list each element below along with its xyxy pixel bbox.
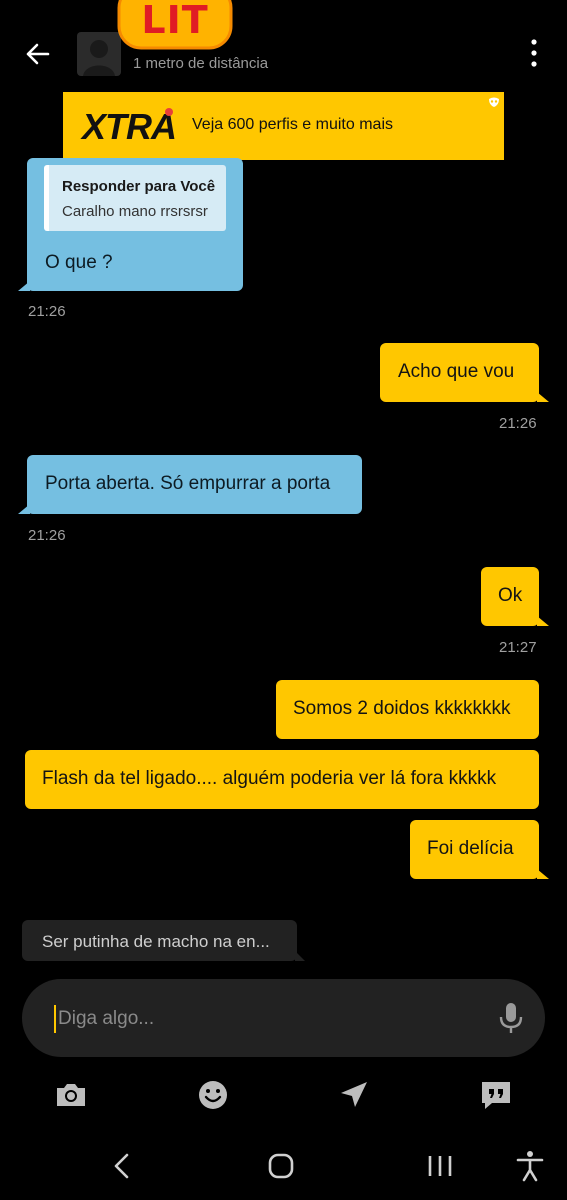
message-text: Ok xyxy=(498,585,523,606)
chip-tail xyxy=(295,951,305,961)
xtra-logo: XTRA xyxy=(82,106,177,147)
message-bubble-outgoing[interactable]: Somos 2 doidos kkkkkkkk xyxy=(276,680,539,739)
home-nav-icon[interactable] xyxy=(263,1148,299,1184)
location-icon[interactable] xyxy=(336,1077,372,1113)
message-timestamp: 21:26 xyxy=(28,527,66,544)
saved-phrases-icon[interactable] xyxy=(478,1077,514,1113)
message-bubble-outgoing[interactable]: Acho que vou xyxy=(380,343,539,402)
message-text: Acho que vou xyxy=(398,361,515,382)
message-timestamp: 21:26 xyxy=(499,415,537,432)
more-vert-icon[interactable] xyxy=(522,36,546,70)
microphone-icon[interactable] xyxy=(498,1002,524,1034)
back-nav-icon[interactable] xyxy=(105,1148,141,1184)
message-bubble-outgoing[interactable]: Flash da tel ligado.... alguém poderia v… xyxy=(25,750,539,809)
grindr-mask-icon xyxy=(489,97,499,107)
text-cursor xyxy=(54,1005,56,1033)
logo-dot xyxy=(165,108,173,116)
profile-distance: 1 metro de distância xyxy=(133,55,269,72)
banner-text: Veja 600 perfis e muito mais xyxy=(192,116,393,133)
recents-nav-icon[interactable] xyxy=(422,1148,458,1184)
message-text: Somos 2 doidos kkkkkkkk xyxy=(293,698,511,719)
message-text: Foi delícia xyxy=(427,838,514,859)
suggestion-text: Ser putinha de macho na en... xyxy=(42,932,270,951)
message-bubble-outgoing[interactable]: Foi delícia xyxy=(410,820,539,879)
bubble-tail xyxy=(537,869,549,879)
message-text: Flash da tel ligado.... alguém poderia v… xyxy=(42,768,497,789)
bubble-tail xyxy=(537,616,549,626)
bubble-tail xyxy=(18,281,30,291)
message-timestamp: 21:27 xyxy=(499,639,537,656)
message-text: Porta aberta. Só empurrar a porta xyxy=(45,473,331,494)
arrow-left-icon[interactable] xyxy=(18,34,58,74)
message-text: O que ? xyxy=(45,252,113,273)
message-input[interactable] xyxy=(54,1003,478,1035)
accessibility-icon[interactable] xyxy=(512,1148,548,1184)
reply-text: Caralho mano rrsrsrsr xyxy=(62,203,208,220)
message-bubble-outgoing[interactable]: Ok xyxy=(481,567,539,626)
bubble-tail xyxy=(18,504,30,514)
message-timestamp: 21:26 xyxy=(28,303,66,320)
emoji-icon[interactable] xyxy=(195,1077,231,1113)
message-bubble-incoming[interactable]: Porta aberta. Só empurrar a porta xyxy=(27,455,362,514)
camera-icon[interactable] xyxy=(53,1077,89,1113)
avatar[interactable] xyxy=(77,32,121,76)
sticker-label: LIT xyxy=(141,0,209,42)
bubble-tail xyxy=(537,392,549,402)
user-silhouette-icon xyxy=(83,40,115,76)
reply-title: Responder para Você xyxy=(62,178,216,195)
reply-quote[interactable] xyxy=(44,165,226,231)
